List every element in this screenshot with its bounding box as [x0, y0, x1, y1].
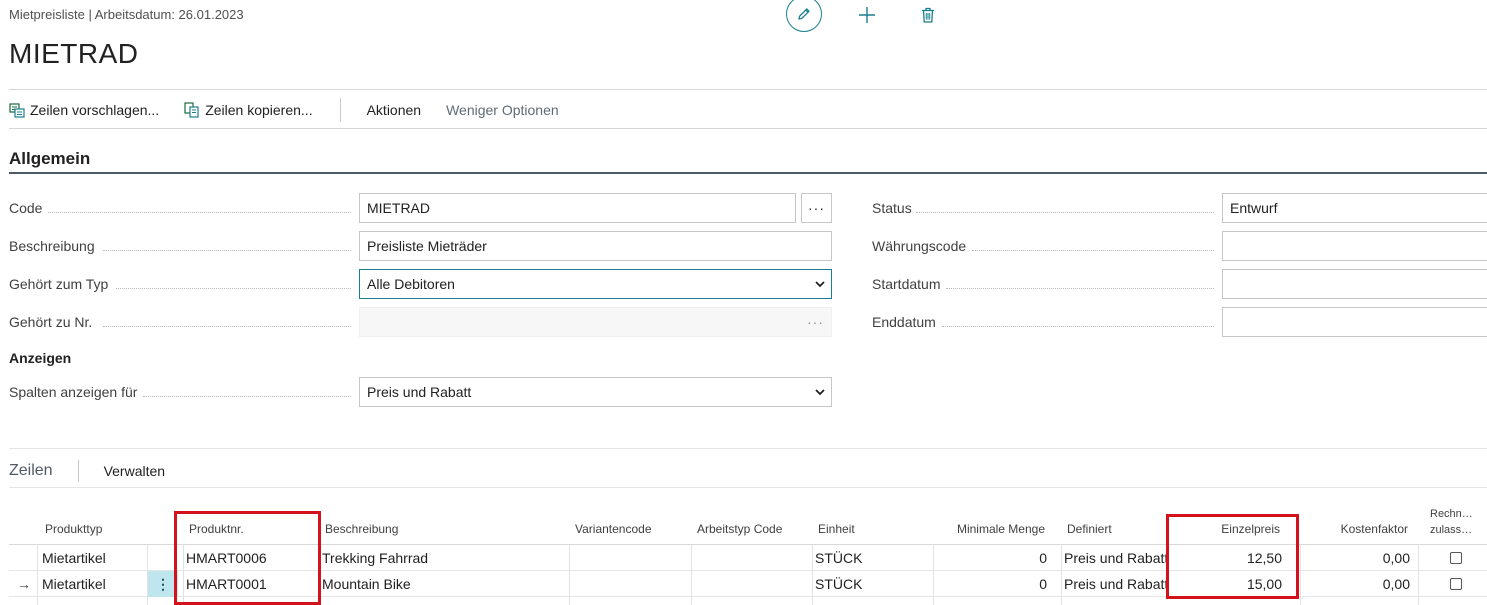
leader-dots [103, 250, 351, 251]
col-header-min-qty[interactable]: Minimale Menge [930, 522, 1045, 536]
currency-code-label: Währungscode [872, 238, 967, 254]
col-header-unit[interactable]: Einheit [818, 522, 855, 536]
leader-dots [48, 212, 351, 213]
status-field[interactable]: Entwurf [1222, 193, 1487, 223]
cell-allow-invoice-disc [1450, 545, 1462, 571]
fewer-options-label: Weniger Optionen [446, 102, 559, 118]
copy-lines-label: Zeilen kopieren... [205, 102, 313, 118]
allow-invoice-disc-checkbox[interactable] [1450, 552, 1462, 564]
code-label: Code [9, 200, 43, 216]
cell-product-type[interactable]: Mietartikel [42, 545, 106, 571]
action-separator [339, 98, 341, 122]
assign-to-type-label: Gehört zum Typ [9, 276, 109, 292]
view-heading: Anzeigen [9, 350, 72, 366]
status-label: Status [872, 200, 912, 216]
cell-unit[interactable]: STÜCK [815, 545, 862, 571]
leader-dots [116, 288, 351, 289]
cell-description[interactable]: Trekking Fahrrad [322, 545, 428, 571]
cell-cost-factor[interactable]: 0,00 [1309, 545, 1410, 571]
allow-invoice-disc-checkbox[interactable] [1450, 578, 1462, 590]
tab-manage[interactable]: Verwalten [104, 463, 165, 479]
view-columns-label: Spalten anzeigen für [9, 384, 138, 400]
pencil-icon [798, 8, 810, 20]
actions-menu[interactable]: Aktionen [367, 102, 421, 118]
col-header-allow-invoice-disc[interactable]: Rechn… [1430, 508, 1473, 520]
leader-dots [942, 326, 1214, 327]
plus-icon [859, 7, 875, 23]
trash-icon [922, 7, 934, 23]
col-header-variant-code[interactable]: Variantencode [575, 522, 652, 536]
assign-to-no-field: ··· [359, 307, 832, 337]
cell-unit[interactable]: STÜCK [815, 571, 862, 597]
description-field[interactable]: Preisliste Mieträder [359, 231, 832, 261]
view-columns-select[interactable]: Preis und Rabatt [359, 377, 832, 407]
leader-dots [143, 396, 351, 397]
col-header-allow-invoice-disc-2[interactable]: zulass… [1430, 524, 1472, 536]
tab-lines[interactable]: Zeilen [9, 462, 53, 480]
start-date-label: Startdatum [872, 276, 941, 292]
view-columns-value: Preis und Rabatt [367, 384, 472, 400]
end-date-label: Enddatum [872, 314, 936, 330]
section-underline [9, 172, 1487, 174]
col-header-defines[interactable]: Definiert [1067, 522, 1112, 536]
assign-to-no-label: Gehört zu Nr. [9, 314, 93, 330]
chevron-down-icon [815, 389, 825, 396]
currency-code-field[interactable] [1222, 231, 1487, 261]
end-date-field[interactable] [1222, 307, 1487, 337]
delete-button[interactable] [919, 5, 937, 25]
new-button[interactable] [857, 5, 877, 25]
copy-lines-icon [184, 102, 199, 118]
fewer-options-button[interactable]: Weniger Optionen [446, 102, 559, 118]
divider [9, 487, 1487, 488]
edit-button[interactable] [786, 0, 822, 32]
leader-dots [916, 212, 1214, 213]
suggest-lines-icon [9, 103, 25, 118]
col-header-description[interactable]: Beschreibung [325, 522, 398, 536]
highlight-box-product-no [174, 511, 321, 605]
col-header-product-type[interactable]: Produkttyp [45, 522, 102, 536]
col-header-cost-factor[interactable]: Kostenfaktor [1300, 522, 1408, 536]
actions-menu-label: Aktionen [366, 102, 422, 118]
assign-to-type-select[interactable]: Alle Debitoren [359, 269, 832, 299]
leader-dots [946, 288, 1214, 289]
page-title: MIETRAD [9, 38, 139, 69]
cell-defines[interactable]: Preis und Rabatt [1064, 571, 1168, 597]
cell-cost-factor[interactable]: 0,00 [1309, 571, 1410, 597]
highlight-box-unit-price [1166, 514, 1299, 599]
col-header-work-type-code[interactable]: Arbeitstyp Code [697, 522, 782, 536]
assign-to-no-lookup: ··· [807, 314, 824, 330]
code-lookup-button[interactable]: ··· [801, 193, 832, 223]
suggest-lines-button[interactable]: Zeilen vorschlagen... [9, 102, 159, 118]
chevron-down-icon [815, 281, 825, 288]
leader-dots [103, 326, 351, 327]
code-field[interactable]: MIETRAD [359, 193, 796, 223]
suggest-lines-label: Zeilen vorschlagen... [30, 102, 160, 118]
cell-defines[interactable]: Preis und Rabatt [1064, 545, 1168, 571]
divider [9, 448, 1487, 449]
cell-min-qty[interactable]: 0 [939, 545, 1047, 571]
tab-separator [77, 460, 79, 482]
divider [9, 128, 1487, 129]
description-label: Beschreibung [9, 238, 95, 254]
cell-description[interactable]: Mountain Bike [322, 571, 411, 597]
lines-tabs: Zeilen Verwalten [9, 460, 165, 482]
cell-allow-invoice-disc [1450, 571, 1462, 597]
leader-dots [972, 250, 1214, 251]
breadcrumb: Mietpreisliste | Arbeitsdatum: 26.01.202… [9, 7, 244, 22]
section-title-general: Allgemein [9, 149, 91, 168]
cell-min-qty[interactable]: 0 [939, 571, 1047, 597]
action-bar: Zeilen vorschlagen... Zeilen kopieren...… [9, 96, 584, 124]
divider [9, 89, 1487, 90]
current-row-arrow-icon: → [17, 576, 31, 592]
assign-to-type-value: Alle Debitoren [367, 276, 455, 292]
cell-product-type[interactable]: Mietartikel [42, 571, 106, 597]
copy-lines-button[interactable]: Zeilen kopieren... [184, 102, 313, 118]
start-date-field[interactable] [1222, 269, 1487, 299]
